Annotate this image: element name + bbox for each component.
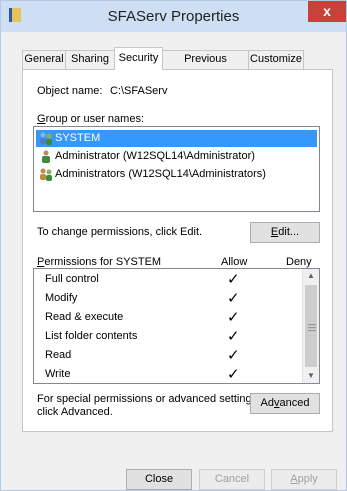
permissions-list[interactable]: Full control ✓ Modify ✓ Read & execute ✓…	[33, 268, 320, 384]
object-name-label: Object name:	[37, 85, 103, 97]
permissions-scrollbar[interactable]: ▲ ― ― ― ▼	[302, 269, 319, 383]
list-item-system[interactable]: SYSTEM	[36, 130, 317, 147]
allow-check: ✓	[227, 290, 240, 307]
user-name: SYSTEM	[55, 132, 101, 144]
allow-check: ✓	[227, 366, 240, 383]
scroll-thumb[interactable]: ― ― ―	[305, 285, 317, 367]
permission-name: Read & execute	[45, 311, 124, 323]
tab-security[interactable]: Security	[114, 47, 163, 70]
scroll-down-arrow-icon[interactable]: ▼	[303, 369, 319, 383]
grip-icon: ― ― ―	[308, 320, 316, 335]
allow-check: ✓	[227, 328, 240, 345]
permission-name: Write	[45, 368, 71, 380]
object-name-value: C:\SFAServ	[110, 85, 168, 97]
users-group-icon	[40, 168, 52, 181]
advanced-button[interactable]: Advanced	[250, 393, 320, 414]
advanced-info-line2: click Advanced.	[37, 406, 113, 418]
tab-previous-versions[interactable]: Previous Versions	[162, 50, 249, 82]
tab-sharing[interactable]: Sharing	[65, 50, 115, 69]
advanced-info-line1: For special permissions or advanced sett…	[37, 393, 261, 405]
permission-name: List folder contents	[45, 330, 138, 342]
allow-column-header: Allow	[221, 256, 248, 268]
user-name: Administrator (W12SQL14\Administrator)	[55, 150, 255, 162]
edit-button[interactable]: Edit...	[250, 222, 320, 243]
apply-button[interactable]: Apply	[271, 469, 337, 490]
close-button[interactable]: Close	[126, 469, 192, 490]
change-permissions-text: To change permissions, click Edit.	[37, 226, 203, 238]
permission-row: Modify ✓	[34, 289, 304, 308]
tab-customize[interactable]: Customize	[248, 50, 304, 69]
security-panel: Object name: C:\SFAServ Group or user na…	[22, 69, 333, 432]
user-name: Administrators (W12SQL14\Administrators)	[55, 168, 266, 180]
allow-check: ✓	[227, 309, 240, 326]
list-item-administrator[interactable]: Administrator (W12SQL14\Administrator)	[36, 148, 317, 165]
allow-check: ✓	[227, 347, 240, 364]
properties-window: SFAServ Properties x General Sharing Sec…	[0, 0, 347, 491]
list-item-administrators[interactable]: Administrators (W12SQL14\Administrators)	[36, 166, 317, 183]
tab-general[interactable]: General	[22, 50, 66, 69]
title-bar[interactable]: SFAServ Properties x	[1, 1, 346, 32]
permission-row: Full control ✓	[34, 270, 304, 289]
permission-name: Read	[45, 349, 72, 361]
permission-row: List folder contents ✓	[34, 327, 304, 346]
user-icon	[42, 150, 50, 163]
deny-column-header: Deny	[286, 256, 312, 268]
scroll-up-arrow-icon[interactable]: ▲	[303, 269, 319, 283]
allow-check: ✓	[227, 271, 240, 288]
group-user-names-label: Group or user names:	[37, 113, 144, 125]
close-window-button[interactable]: x	[308, 1, 346, 22]
window-title: SFAServ Properties	[107, 8, 240, 25]
permission-row: Read & execute ✓	[34, 308, 304, 327]
permissions-for-label: Permissions for SYSTEM	[37, 256, 162, 268]
permission-name: Modify	[45, 292, 78, 304]
permission-row: Read ✓	[34, 346, 304, 365]
permission-row: Write ✓	[34, 365, 304, 384]
cancel-button[interactable]: Cancel	[199, 469, 265, 490]
group-user-list[interactable]: SYSTEM Administrator (W12SQL14\Administr…	[33, 126, 320, 212]
permission-name: Full control	[45, 273, 99, 285]
users-group-icon	[40, 132, 52, 145]
